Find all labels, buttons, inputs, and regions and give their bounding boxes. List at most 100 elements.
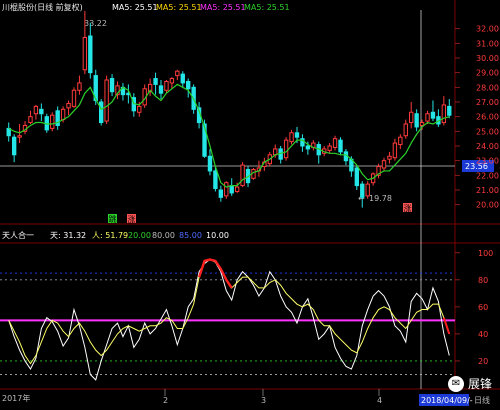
price-axis-label: 26.00 — [476, 113, 499, 122]
level-20-label: 20.00 — [128, 231, 151, 240]
candle-body[interactable] — [186, 80, 191, 90]
candle-body[interactable] — [338, 139, 343, 153]
stock-title: 川棍股份(日线 前复权) — [2, 2, 83, 12]
price-axis-label: 20.00 — [476, 201, 499, 210]
candle-body[interactable] — [447, 105, 452, 116]
candle-body[interactable] — [354, 167, 360, 187]
signal-marker-c-label: 涨 — [404, 203, 412, 213]
ma-legend-item: MA5: 25.51 — [244, 3, 290, 12]
candle-body[interactable] — [153, 78, 158, 85]
candle-body[interactable] — [60, 108, 66, 121]
signal-marker-a-label: 跳 — [109, 214, 117, 224]
candle-body[interactable] — [175, 70, 180, 77]
ma-legend: MA5: 25.51MA5: 25.51MA5: 25.51MA5: 25.51 — [112, 3, 290, 12]
price-axis-label: 32.00 — [476, 25, 499, 34]
candle-body[interactable] — [409, 111, 414, 124]
candle-body[interactable] — [305, 145, 311, 150]
candle-body[interactable] — [403, 123, 408, 137]
price-axis-label: 25.00 — [476, 127, 499, 136]
candle-body[interactable] — [332, 138, 338, 148]
watermark-text: 展锋 — [467, 377, 492, 391]
candle-body[interactable] — [289, 132, 294, 143]
candle-body[interactable] — [218, 189, 224, 198]
candle-body[interactable] — [109, 78, 115, 93]
candle-body[interactable] — [88, 35, 93, 74]
price-axis-label: 29.00 — [476, 69, 499, 78]
candle-body[interactable] — [17, 135, 22, 138]
ma-legend-item: MA5: 25.51 — [200, 3, 246, 12]
signal-marker-b-label: 涨 — [128, 214, 136, 224]
candle-body[interactable] — [365, 183, 370, 197]
time-label-start: 2017年 — [2, 393, 30, 403]
price-axis-label: 31.00 — [476, 39, 499, 48]
price-axis-label: 27.00 — [476, 98, 499, 107]
candle-body[interactable] — [213, 170, 218, 190]
candle-body[interactable] — [414, 113, 419, 128]
candle-body[interactable] — [71, 89, 77, 107]
candle-body[interactable] — [419, 122, 425, 126]
candle-body[interactable] — [392, 142, 398, 159]
candle-body[interactable] — [327, 145, 332, 151]
time-label-3: 3 — [261, 396, 266, 405]
candle-body[interactable] — [137, 105, 142, 113]
level-10-label: 10.00 — [206, 231, 229, 240]
candle-body[interactable] — [77, 82, 82, 91]
ma-legend-item: MA5: 25.51 — [156, 3, 202, 12]
candle-body[interactable] — [11, 136, 17, 156]
candle-body[interactable] — [229, 185, 234, 194]
wechat-icon: ✉ — [447, 375, 464, 392]
stock-chart-window[interactable]: 川棍股份(日线 前复权) MA5: 25.51 MA5: 25.51 MA5: 25… — [0, 0, 500, 406]
candle-body[interactable] — [158, 85, 164, 94]
high-price-label: 33.22 — [84, 19, 107, 28]
candle-body[interactable] — [283, 139, 289, 159]
indicator-axis-label: 80 — [478, 276, 488, 285]
candle-body[interactable] — [33, 105, 39, 115]
candle-body[interactable] — [240, 164, 245, 187]
indicator-axis-label: 100 — [478, 249, 493, 258]
level-85-label: 85.00 — [179, 231, 202, 240]
candle-body[interactable] — [82, 36, 88, 71]
time-label-2: 2 — [163, 396, 168, 405]
candle-body[interactable] — [430, 111, 436, 119]
period-label[interactable]: 日线 — [474, 395, 490, 405]
candle-body[interactable] — [28, 116, 33, 124]
indicator-axis-label: 40 — [478, 330, 488, 339]
candle-body[interactable] — [98, 101, 104, 124]
chart-canvas[interactable]: 川棍股份(日线 前复权) MA5: 25.51MA5: 25.51MA5: 25… — [0, 0, 500, 406]
ma-legend-item: MA5: 25.51 — [112, 3, 158, 12]
price-axis-label: 24.00 — [476, 142, 499, 151]
candle-body[interactable] — [381, 160, 387, 169]
cursor-date-label: 2018/04/09/- — [421, 396, 473, 405]
sky-value: 天: 31.32 — [50, 231, 86, 240]
candle-body[interactable] — [207, 155, 213, 172]
candle-body[interactable] — [224, 182, 229, 197]
candle-body[interactable] — [398, 136, 403, 146]
candle-body[interactable] — [360, 183, 365, 198]
price-axis-label: 28.00 — [476, 83, 499, 92]
low-price-label: 19.78 — [369, 194, 392, 203]
time-label-4: 4 — [377, 396, 382, 405]
overbought-highlight — [197, 258, 233, 289]
price-axis-label: 22.00 — [476, 171, 499, 180]
candle-body[interactable] — [164, 80, 169, 91]
candle-body[interactable] — [104, 79, 109, 122]
candle-body[interactable] — [234, 186, 240, 192]
candle-body[interactable] — [169, 78, 175, 84]
candle-body[interactable] — [66, 102, 71, 109]
indicator-axis-label: 20 — [478, 357, 488, 366]
candle-body[interactable] — [39, 108, 44, 115]
indicator-axis-label: 60 — [478, 303, 488, 312]
watermark: ✉ 展锋 — [447, 375, 492, 392]
indicator-name: 天人合一 — [2, 230, 34, 240]
candle-body[interactable] — [441, 104, 447, 124]
price-axis-label: 30.00 — [476, 54, 499, 63]
level-80-label: 80.00 — [152, 231, 175, 240]
candle-body[interactable] — [387, 155, 392, 160]
candle-body[interactable] — [425, 113, 430, 122]
candle-body[interactable] — [180, 73, 185, 84]
candle-body[interactable] — [294, 132, 300, 138]
price-axis-label: 23.00 — [476, 157, 499, 166]
human-value: 人: 51.79 — [92, 231, 128, 240]
candle-body[interactable] — [50, 114, 55, 129]
price-axis-label: 21.00 — [476, 186, 499, 195]
